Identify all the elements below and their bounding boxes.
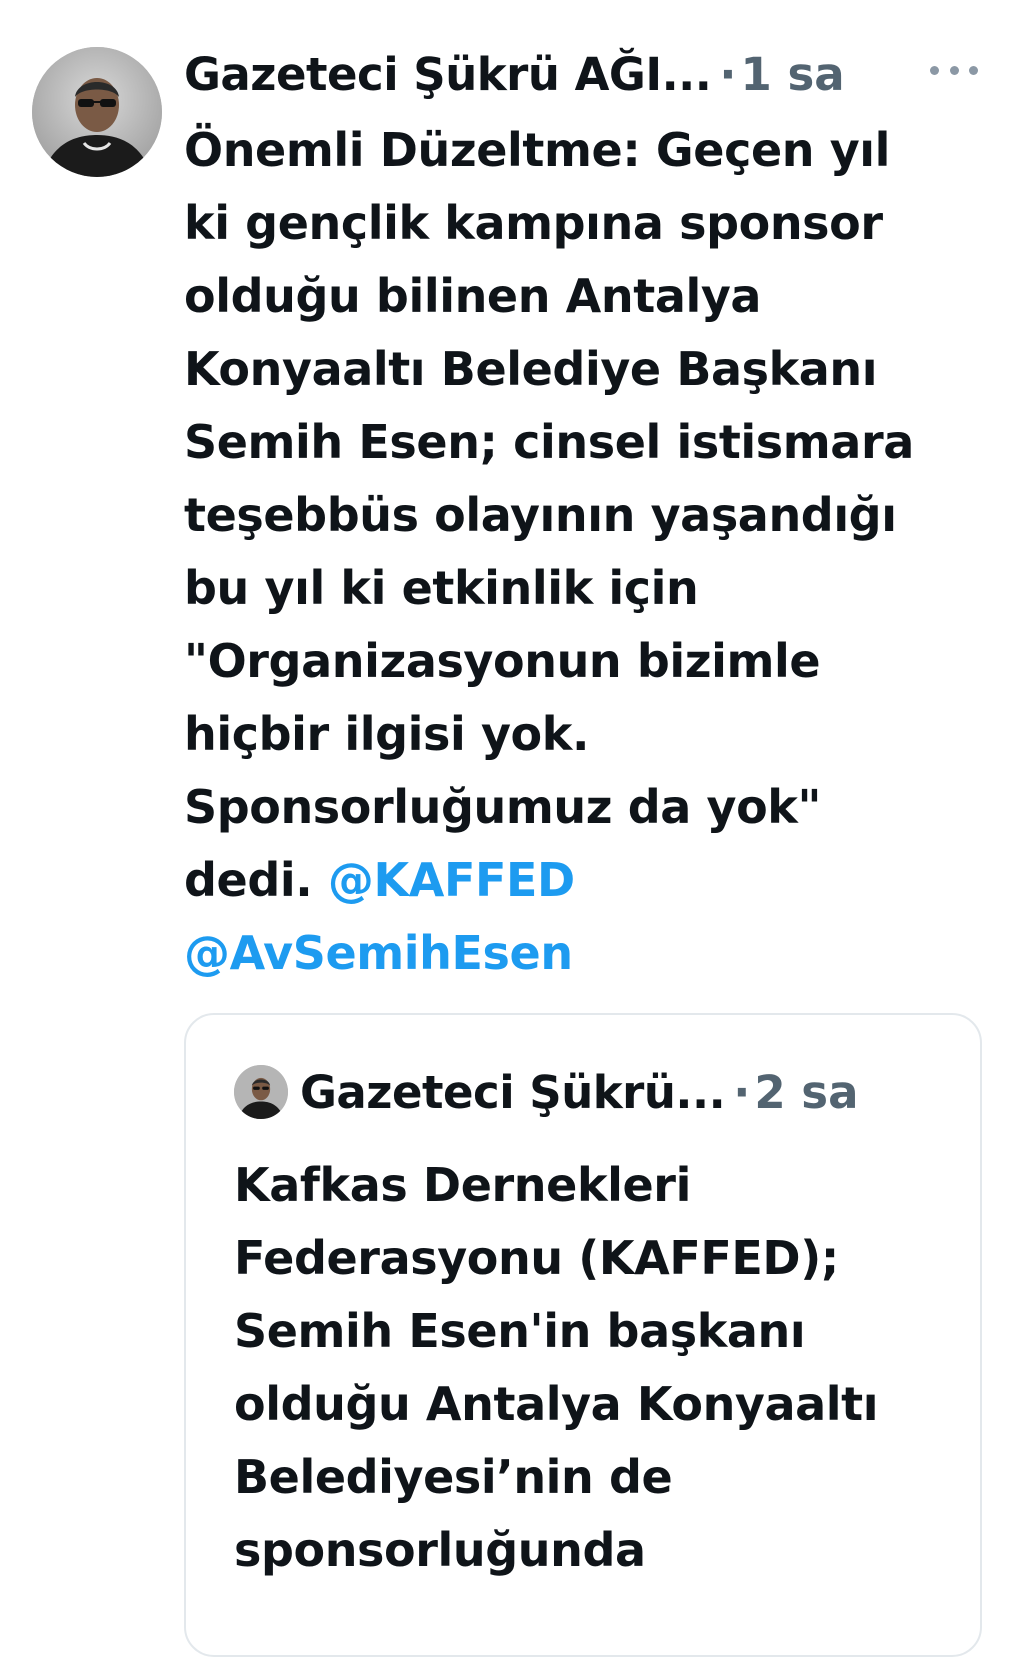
quoted-text-line: Federasyonu (KAFFED); bbox=[234, 1231, 839, 1285]
author-name[interactable]: Gazeteci Şükrü AĞI... bbox=[184, 48, 712, 101]
tweet-text-line: hiçbir ilgisi yok. bbox=[184, 707, 590, 761]
quoted-tweet-text: Kafkas Dernekleri Federasyonu (KAFFED); … bbox=[234, 1149, 974, 1587]
quoted-tweet-header: Gazeteci Şükrü... · 2 sa bbox=[234, 1057, 954, 1127]
tweet-text-dedi: dedi. bbox=[184, 853, 313, 907]
tweet-header: Gazeteci Şükrü AĞI... · 1 sa bbox=[184, 40, 1004, 108]
separator-dot: · bbox=[719, 47, 737, 101]
tweet-text-line: ki gençlik kampına sponsor bbox=[184, 196, 883, 250]
more-horizontal-icon[interactable] bbox=[930, 58, 978, 82]
author-avatar[interactable] bbox=[32, 47, 162, 177]
quoted-text-line: sponsorluğunda bbox=[234, 1523, 646, 1577]
quoted-text-line: Belediyesi’nin de bbox=[234, 1450, 673, 1504]
quoted-separator-dot: · bbox=[733, 1065, 751, 1119]
tweet-text-line: bu yıl ki etkinlik için bbox=[184, 561, 699, 615]
tweet-text-line: "Organizasyonun bizimle bbox=[184, 634, 821, 688]
tweet-text-line: Önemli Düzeltme: Geçen yıl bbox=[184, 123, 891, 177]
tweet-text-line: Konyaaltı Belediye Başkanı bbox=[184, 342, 878, 396]
tweet-text-line: Semih Esen; cinsel istismara bbox=[184, 415, 914, 469]
quoted-tweet[interactable]: Gazeteci Şükrü... · 2 sa Kafkas Dernekle… bbox=[184, 1013, 982, 1657]
quoted-text-line: Semih Esen'in başkanı bbox=[234, 1304, 806, 1358]
quoted-author-avatar bbox=[234, 1065, 288, 1119]
tweet-text-line: Sponsorluğumuz da yok" bbox=[184, 780, 822, 834]
tweet-text: Önemli Düzeltme: Geçen yıl ki gençlik ka… bbox=[184, 114, 984, 990]
mention-avsemihesen-link[interactable]: @AvSemihEsen bbox=[184, 917, 984, 990]
mention-kaffed-link[interactable]: @KAFFED bbox=[328, 853, 575, 907]
quoted-text-line: olduğu Antalya Konyaaltı bbox=[234, 1377, 879, 1431]
quoted-timestamp: 2 sa bbox=[754, 1065, 859, 1119]
tweet-text-line-last: dedi. @KAFFED bbox=[184, 844, 984, 917]
quoted-text-line: Kafkas Dernekleri bbox=[234, 1158, 691, 1212]
tweet[interactable]: Gazeteci Şükrü AĞI... · 1 sa Önemli Düze… bbox=[0, 0, 1034, 1657]
timestamp[interactable]: 1 sa bbox=[740, 48, 844, 101]
tweet-text-line: olduğu bilinen Antalya bbox=[184, 269, 762, 323]
quoted-author-name: Gazeteci Şükrü... bbox=[300, 1065, 726, 1119]
tweet-text-line: teşebbüs olayının yaşandığı bbox=[184, 488, 897, 542]
